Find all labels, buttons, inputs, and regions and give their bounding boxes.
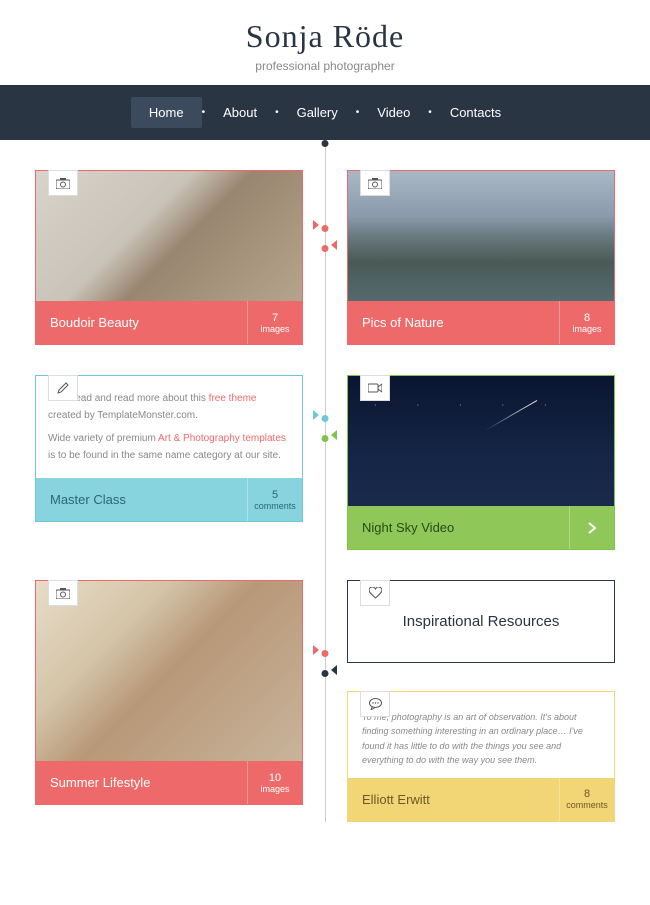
nav-about[interactable]: About [205, 97, 275, 128]
timeline-dot [322, 435, 329, 442]
card-count: 7 images [247, 301, 302, 344]
card-title: Night Sky Video [348, 506, 569, 549]
chevron-right-icon[interactable] [569, 506, 614, 549]
site-subtitle: professional photographer [0, 59, 650, 73]
card-title: Master Class [36, 478, 247, 521]
timeline-arrow [313, 220, 319, 230]
card-summer[interactable]: Summer Lifestyle 10 images [35, 580, 303, 805]
card-title: Pics of Nature [348, 301, 559, 344]
card-count: 10 images [247, 761, 302, 804]
timeline-dot [322, 670, 329, 677]
timeline-arrow [331, 240, 337, 250]
link-templates[interactable]: Art & Photography templates [158, 433, 286, 444]
card-night-sky[interactable]: Night Sky Video [347, 375, 615, 550]
video-icon [360, 375, 390, 401]
camera-icon [48, 580, 78, 606]
site-title: Sonja Röde [0, 18, 650, 55]
header: Sonja Röde professional photographer [0, 0, 650, 85]
timeline-arrow [313, 410, 319, 420]
timeline-dot [322, 650, 329, 657]
card-inspirational[interactable]: Inspirational Resources [347, 580, 615, 663]
timeline: Boudoir Beauty 7 images Pics of Nature 8 [0, 140, 650, 822]
timeline-arrow [331, 665, 337, 675]
camera-icon [360, 170, 390, 196]
nav-video[interactable]: Video [359, 97, 428, 128]
card-count: 8 images [559, 301, 614, 344]
timeline-arrow [313, 645, 319, 655]
card-nature[interactable]: Pics of Nature 8 images [347, 170, 615, 345]
link-free-theme[interactable]: free theme [209, 393, 257, 404]
card-title: Boudoir Beauty [36, 301, 247, 344]
nav-gallery[interactable]: Gallery [279, 97, 356, 128]
speech-icon [360, 691, 390, 717]
card-title: Inspirational Resources [358, 613, 604, 630]
timeline-dot [322, 245, 329, 252]
nav-contacts[interactable]: Contacts [432, 97, 519, 128]
timeline-dot [322, 415, 329, 422]
card-quote[interactable]: To me, photography is an art of observat… [347, 691, 615, 822]
card-master-class[interactable]: Go ahead and read more about this free t… [35, 375, 303, 522]
nav-home[interactable]: Home [131, 97, 202, 128]
timeline-dot [322, 225, 329, 232]
camera-icon [48, 170, 78, 196]
heart-icon [360, 580, 390, 606]
timeline-dot [322, 140, 329, 147]
card-count: 8 comments [559, 778, 614, 821]
card-title: Elliott Erwitt [348, 778, 559, 821]
pencil-icon [48, 375, 78, 401]
navbar: Home • About • Gallery • Video • Contact… [0, 85, 650, 140]
card-title: Summer Lifestyle [36, 761, 247, 804]
card-count: 5 comments [247, 478, 302, 521]
timeline-arrow [331, 430, 337, 440]
card-image [36, 581, 302, 761]
card-boudoir[interactable]: Boudoir Beauty 7 images [35, 170, 303, 345]
